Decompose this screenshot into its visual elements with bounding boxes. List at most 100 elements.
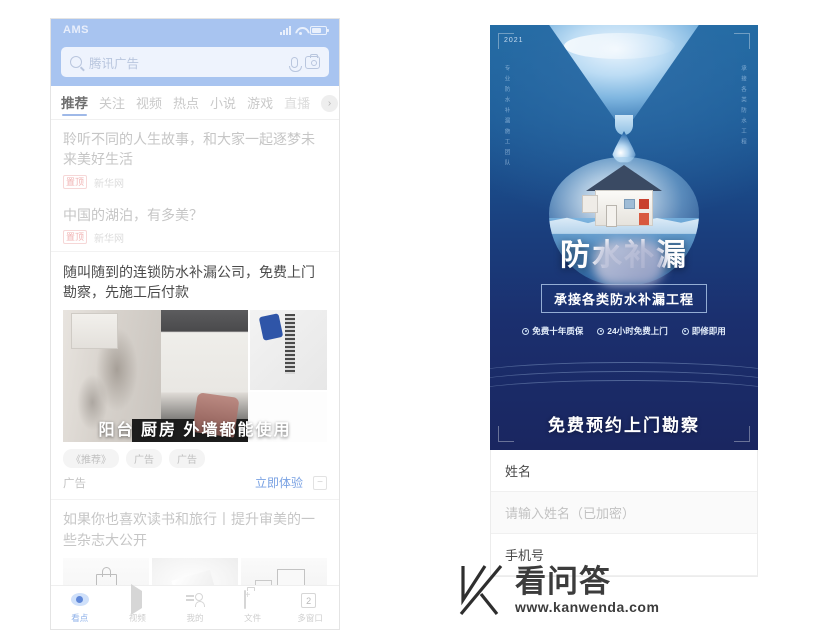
nav-item-kandian[interactable]: 看点: [51, 591, 109, 624]
ad-cta-link[interactable]: 立即体验: [255, 474, 303, 491]
nav-label: 多窗口: [297, 613, 323, 623]
ad-footer: 广告 立即体验 −: [63, 468, 327, 499]
pin-badge: 置顶: [63, 230, 88, 245]
ad-tag[interactable]: 广告: [126, 449, 162, 469]
chevron-right-icon[interactable]: ›: [321, 95, 339, 112]
watermark-name: 看问答: [515, 563, 611, 599]
hourglass-top: [545, 25, 703, 119]
watermark: 看问答 www.kanwenda.com: [455, 560, 659, 620]
tab-novel[interactable]: 小说: [210, 93, 236, 115]
ad-media-caption: 阳台 厨房 外墙都能使用: [98, 422, 292, 440]
pin-badge: 置顶: [63, 175, 88, 190]
tab-hot[interactable]: 热点: [173, 93, 199, 115]
feature-label: 24小时免费上门: [607, 326, 668, 336]
news-title: 中国的湖泊，有多美？: [63, 206, 203, 223]
feature-label: 免费十年质保: [532, 326, 584, 336]
ad-tag[interactable]: 《推荐》: [63, 449, 119, 469]
status-icons: [280, 25, 329, 35]
form-input-name[interactable]: 请输入姓名（已加密）: [491, 492, 757, 534]
person-icon: [185, 591, 205, 609]
battery-icon: [310, 25, 329, 35]
house-illustration: [582, 164, 662, 227]
news-item-1[interactable]: 聆听不同的人生故事，和大家一起逐梦未来美好生活 置顶 新华网: [51, 120, 339, 196]
close-icon[interactable]: −: [313, 475, 327, 490]
nav-label: 文件: [244, 613, 262, 623]
news-meta: 置顶 新华网: [63, 175, 327, 190]
search-icon: [70, 56, 82, 68]
tab-follow[interactable]: 关注: [99, 93, 125, 115]
form-label-name: 姓名: [491, 450, 757, 492]
house-door: [606, 204, 617, 227]
blurred-brand-name: [594, 240, 664, 286]
tab-game[interactable]: 游戏: [247, 93, 273, 115]
windows-icon: 2: [301, 591, 319, 609]
signal-icon: [280, 25, 291, 35]
corner-decoration: [734, 33, 750, 49]
camera-icon[interactable]: [305, 53, 320, 69]
house-window: [639, 212, 649, 225]
poster-heading-block: 防水补漏 承接各类防水补漏工程 免费十年质保 24小时免费上门 即: [490, 230, 758, 337]
ad-media-image[interactable]: 阳台 厨房 外墙都能使用: [63, 310, 327, 443]
house-garage: [582, 194, 598, 213]
news-meta: 置顶 新华网: [63, 230, 327, 245]
poster-features: 免费十年质保 24小时免费上门 即修即用: [490, 325, 758, 337]
feature-label: 即修即用: [691, 326, 726, 336]
nav-item-mine[interactable]: 我的: [166, 591, 224, 624]
tab-recommend[interactable]: 推荐: [61, 92, 88, 116]
nav-item-video[interactable]: 视频: [109, 584, 167, 624]
tab-live[interactable]: 直播: [284, 93, 310, 115]
poster-vertical-text-right: 承接各类防水工程: [740, 65, 746, 149]
search-input[interactable]: 腾讯广告: [61, 47, 329, 77]
feature-item: 免费十年质保: [522, 325, 583, 337]
news-title: 聆听不同的人生故事，和大家一起逐梦未来美好生活: [63, 131, 315, 168]
play-icon: [128, 584, 146, 615]
ad-tag[interactable]: 广告: [169, 449, 205, 469]
window-count-badge: 2: [301, 593, 317, 608]
ad-title: 随叫随到的连锁防水补漏公司，免费上门勘察，先施工后付款: [63, 263, 315, 301]
microphone-icon[interactable]: [289, 56, 302, 72]
nav-label: 看点: [71, 613, 89, 623]
house-roof: [586, 164, 662, 191]
channel-tabs: 推荐 关注 视频 热点 小说 游戏 直播 ›: [51, 86, 339, 120]
hourglass-illustration: [544, 25, 704, 285]
wifi-icon: [295, 26, 306, 35]
ad-image-right: [247, 310, 327, 393]
house-body: [595, 189, 653, 227]
feature-item: 24小时免费上门: [597, 325, 668, 337]
ad-label: 广告: [63, 477, 86, 490]
check-dot-icon: [522, 327, 530, 335]
wave-decoration: [490, 362, 758, 404]
news-title: 如果你也喜欢读书和旅行丨提升审美的一些杂志大公开: [63, 511, 315, 548]
poster-year: 2021: [504, 37, 524, 44]
carrier-label: AMS: [63, 24, 89, 36]
poster-subtitle: 承接各类防水补漏工程: [540, 284, 707, 313]
news-source: 新华网: [94, 178, 125, 190]
tab-video[interactable]: 视频: [136, 93, 162, 115]
nav-item-windows[interactable]: 2 多窗口: [281, 591, 339, 624]
phone-preview: AMS 腾讯广告 推荐 关注 视频 热点 小说 游戏 直播 › 聆听不同的人生故…: [50, 18, 340, 630]
screenshot-root: AMS 腾讯广告 推荐 关注 视频 热点 小说 游戏 直播 › 聆听不同的人生故…: [0, 0, 813, 635]
bottom-navigation: 看点 视频 我的 文件 2 多窗口: [51, 584, 339, 629]
check-dot-icon: [681, 327, 689, 335]
house-window: [624, 198, 635, 209]
news-feed: 聆听不同的人生故事，和大家一起逐梦未来美好生活 置顶 新华网 中国的湖泊，有多美…: [51, 120, 339, 615]
lead-form: 姓名 请输入姓名（已加密） 手机号: [490, 450, 758, 577]
house-window: [639, 198, 649, 209]
poster-cta-title: 免费预约上门勘察: [548, 416, 700, 435]
folder-add-icon: [243, 590, 262, 609]
news-item-2[interactable]: 中国的湖泊，有多美？ 置顶 新华网: [51, 196, 339, 251]
watermark-url: www.kanwenda.com: [515, 598, 660, 615]
nav-label: 我的: [186, 613, 204, 623]
search-placeholder: 腾讯广告: [89, 56, 140, 71]
k-logo-icon: [455, 560, 511, 620]
news-source: 新华网: [94, 233, 125, 245]
check-dot-icon: [597, 327, 605, 335]
eye-icon: [70, 591, 89, 609]
ad-card[interactable]: 随叫随到的连锁防水补漏公司，免费上门勘察，先施工后付款 阳台 厨房 外墙都能使用…: [51, 250, 339, 500]
nav-item-files[interactable]: 文件: [224, 590, 282, 624]
poster-banner: 2021 专业防水补漏施工团队 承接各类防水工程 承接各类防水补漏工程 免费十年…: [490, 25, 758, 450]
landing-page-preview: 2021 专业防水补漏施工团队 承接各类防水工程 承接各类防水补漏工程 免费十年…: [490, 25, 758, 577]
poster-vertical-text-left: 专业防水补漏施工团队: [503, 65, 510, 170]
watermark-text: 看问答 www.kanwenda.com: [515, 566, 659, 615]
status-bar: AMS: [51, 19, 339, 41]
